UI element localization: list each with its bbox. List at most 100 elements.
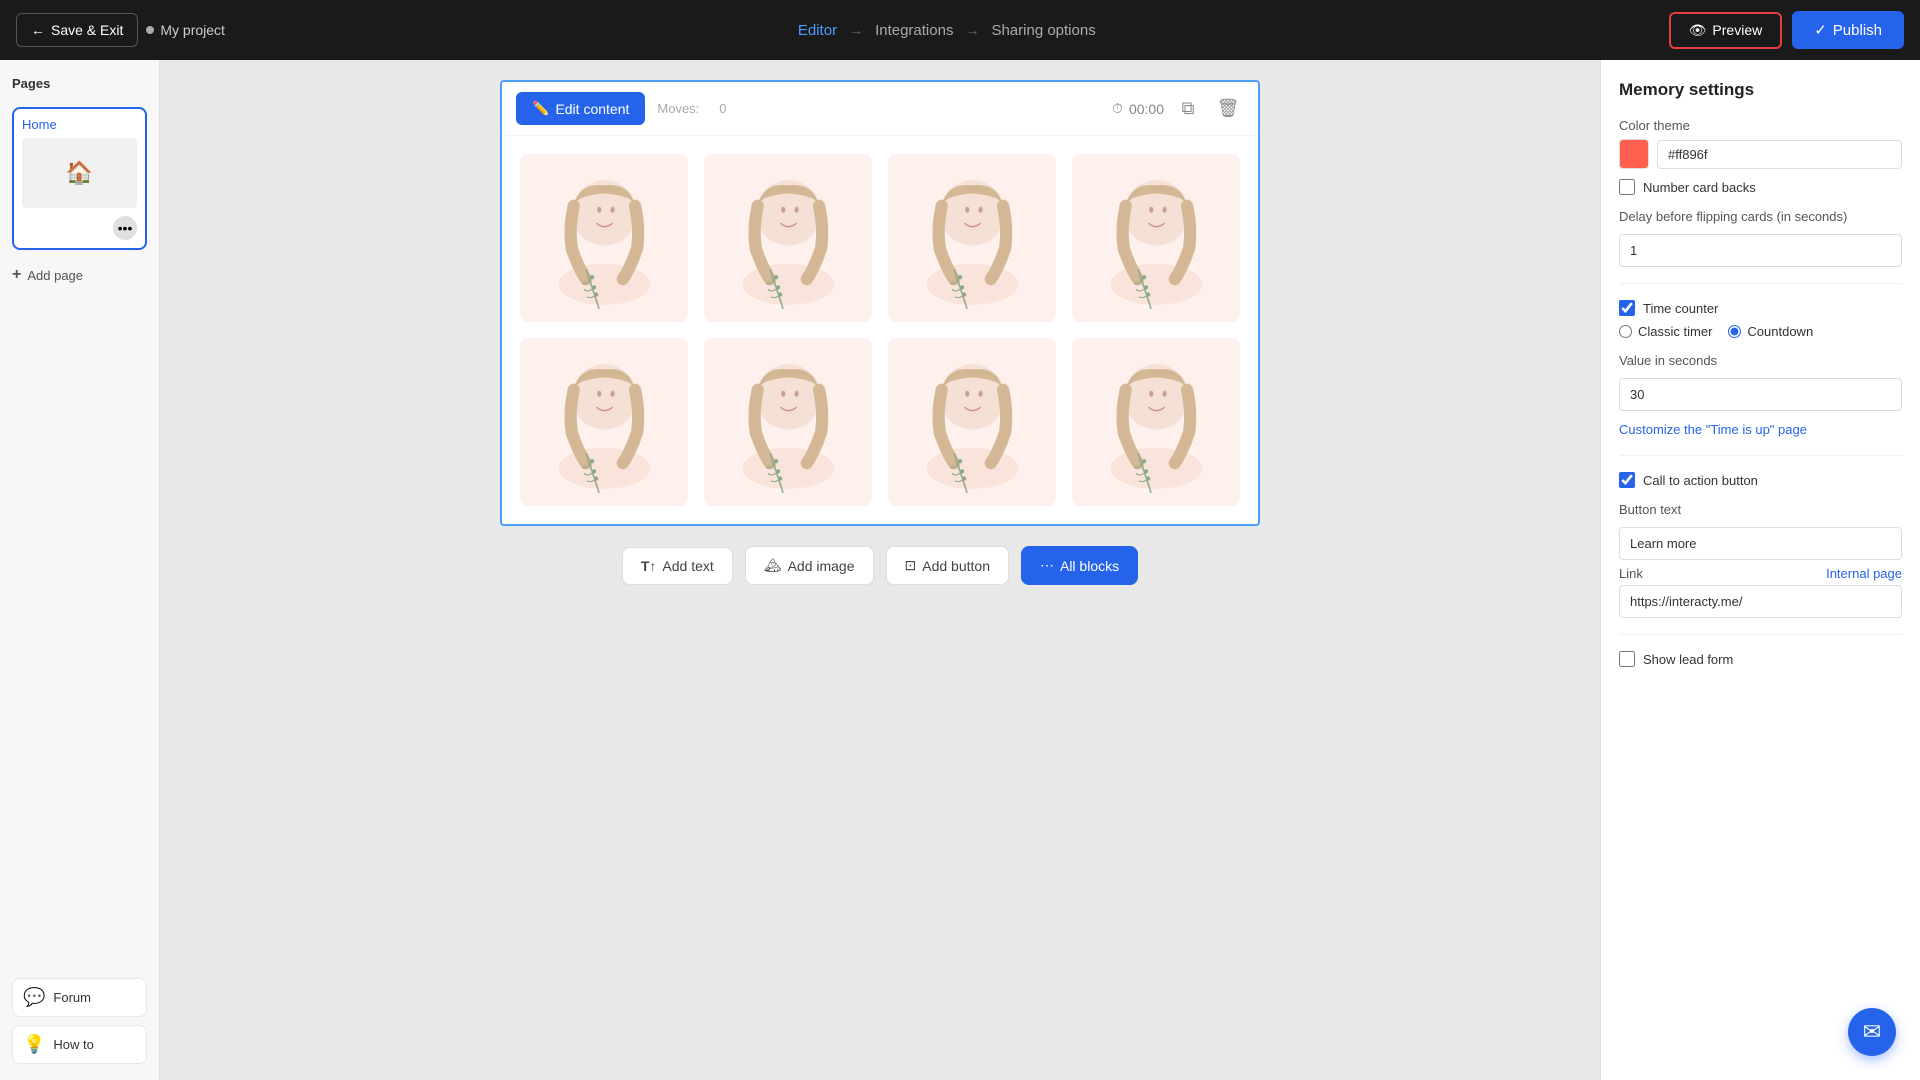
call-to-action-label: Call to action button <box>1643 473 1758 488</box>
classic-timer-option[interactable]: Classic timer <box>1619 324 1712 339</box>
add-button-button[interactable]: ⊡ Add button <box>886 546 1009 585</box>
memory-card[interactable] <box>512 146 696 330</box>
timer-options-group: Classic timer Countdown <box>1619 324 1902 339</box>
call-to-action-checkbox[interactable] <box>1619 472 1635 488</box>
canvas-container: ✏️ Edit content Moves: 0 ⏱ 00:00 ⧉ 🗑 <box>500 80 1260 526</box>
home-page-label: Home <box>22 117 137 132</box>
seconds-input[interactable] <box>1619 378 1902 411</box>
customize-time-up-link[interactable]: Customize the "Time is up" page <box>1619 422 1807 437</box>
back-icon: ← <box>31 22 45 38</box>
main-layout: Pages Home 🏠 ••• + Add page 💬 Forum 💡 Ho… <box>0 60 1920 1080</box>
button-text-input[interactable] <box>1619 527 1902 560</box>
link-url-input[interactable] <box>1619 585 1902 618</box>
step-sharing[interactable]: Sharing options <box>991 22 1095 39</box>
publish-button[interactable]: ✓ Publish <box>1792 11 1904 49</box>
memory-card[interactable] <box>880 330 1064 514</box>
home-page-card[interactable]: Home 🏠 ••• <box>12 107 147 250</box>
card-face <box>520 338 688 506</box>
bulb-icon: 💡 <box>23 1034 45 1055</box>
internal-page-link[interactable]: Internal page <box>1826 566 1902 581</box>
countdown-option[interactable]: Countdown <box>1728 324 1813 339</box>
color-theme-label: Color theme <box>1619 118 1902 133</box>
classic-timer-label: Classic timer <box>1638 324 1712 339</box>
card-face <box>704 338 872 506</box>
divider-1 <box>1619 283 1902 284</box>
memory-card[interactable] <box>512 330 696 514</box>
memory-grid <box>502 136 1258 524</box>
check-icon: ✓ <box>1814 21 1827 39</box>
call-to-action-row: Call to action button <box>1619 472 1902 488</box>
nav-steps: Editor → Integrations → Sharing options <box>237 22 1657 39</box>
text-icon: T↑ <box>641 558 657 574</box>
color-swatch[interactable] <box>1619 139 1649 169</box>
dot-indicator <box>146 26 154 34</box>
show-lead-form-checkbox[interactable] <box>1619 651 1635 667</box>
canvas-area: ✏️ Edit content Moves: 0 ⏱ 00:00 ⧉ 🗑 <box>160 60 1600 1080</box>
number-card-backs-row: Number card backs <box>1619 179 1902 195</box>
countdown-radio[interactable] <box>1728 325 1741 338</box>
link-row: Link Internal page <box>1619 566 1902 581</box>
add-page-button[interactable]: + Add page <box>12 262 147 288</box>
all-blocks-button[interactable]: ⋯ All blocks <box>1021 546 1138 585</box>
pages-label: Pages <box>12 76 147 91</box>
edit-content-button[interactable]: ✏️ Edit content <box>516 92 645 125</box>
eye-icon: 👁 <box>1689 22 1707 39</box>
memory-card[interactable] <box>696 330 880 514</box>
divider-3 <box>1619 634 1902 635</box>
step-editor[interactable]: Editor <box>798 22 837 39</box>
page-options-button[interactable]: ••• <box>113 216 137 240</box>
blocks-icon: ⋯ <box>1040 557 1054 574</box>
sidebar-item-forum[interactable]: 💬 Forum <box>12 978 147 1017</box>
block-toolbar: T↑ Add text 🏔 Add image ⊡ Add button ⋯ A… <box>622 546 1138 585</box>
step-integrations[interactable]: Integrations <box>875 22 953 39</box>
add-image-button[interactable]: 🏔 Add image <box>745 546 874 585</box>
chat-bubble-button[interactable]: ✉ <box>1848 1008 1896 1056</box>
pencil-icon: ✏️ <box>532 100 549 117</box>
show-lead-form-row: Show lead form <box>1619 651 1902 667</box>
arrow-2: → <box>965 22 979 38</box>
timer-icon: ⏱ <box>1112 100 1123 117</box>
card-face <box>1072 154 1240 322</box>
delay-input[interactable] <box>1619 234 1902 267</box>
moves-count: 0 <box>719 101 726 116</box>
memory-card[interactable] <box>696 146 880 330</box>
project-name: My project <box>146 22 225 38</box>
divider-2 <box>1619 455 1902 456</box>
nav-left: ← Save & Exit My project <box>16 13 225 47</box>
delete-canvas-button[interactable]: 🗑 <box>1212 93 1244 125</box>
add-text-button[interactable]: T↑ Add text <box>622 547 733 585</box>
save-exit-button[interactable]: ← Save & Exit <box>16 13 138 47</box>
link-label: Link <box>1619 566 1643 581</box>
card-face <box>704 154 872 322</box>
memory-card[interactable] <box>880 146 1064 330</box>
preview-button[interactable]: 👁 Preview <box>1669 12 1783 49</box>
canvas-timer: ⏱ 00:00 <box>1112 93 1164 125</box>
time-counter-checkbox[interactable] <box>1619 300 1635 316</box>
canvas-toolbar: ✏️ Edit content Moves: 0 ⏱ 00:00 ⧉ 🗑 <box>502 82 1258 136</box>
color-theme-row <box>1619 139 1902 169</box>
home-icon: 🏠 <box>66 160 93 186</box>
classic-timer-radio[interactable] <box>1619 325 1632 338</box>
panel-title: Memory settings <box>1619 80 1902 100</box>
sidebar-item-howto[interactable]: 💡 How to <box>12 1025 147 1064</box>
show-lead-form-label: Show lead form <box>1643 652 1733 667</box>
sidebar: Pages Home 🏠 ••• + Add page 💬 Forum 💡 Ho… <box>0 60 160 1080</box>
top-navigation: ← Save & Exit My project Editor → Integr… <box>0 0 1920 60</box>
right-panel: Memory settings Color theme Number card … <box>1600 60 1920 1080</box>
value-in-seconds-label: Value in seconds <box>1619 353 1902 368</box>
forum-icon: 💬 <box>23 987 45 1008</box>
memory-card[interactable] <box>1064 146 1248 330</box>
card-face <box>520 154 688 322</box>
copy-canvas-button[interactable]: ⧉ <box>1172 93 1204 125</box>
card-face <box>888 154 1056 322</box>
save-exit-label: Save & Exit <box>51 22 123 38</box>
plus-icon: + <box>12 266 21 284</box>
card-face <box>1072 338 1240 506</box>
time-counter-label: Time counter <box>1643 301 1718 316</box>
memory-card[interactable] <box>1064 330 1248 514</box>
color-hex-input[interactable] <box>1657 140 1902 169</box>
page-thumbnail: 🏠 <box>22 138 137 208</box>
sidebar-bottom: 💬 Forum 💡 How to <box>12 978 147 1064</box>
chat-icon: ✉ <box>1863 1019 1881 1045</box>
number-card-backs-checkbox[interactable] <box>1619 179 1635 195</box>
